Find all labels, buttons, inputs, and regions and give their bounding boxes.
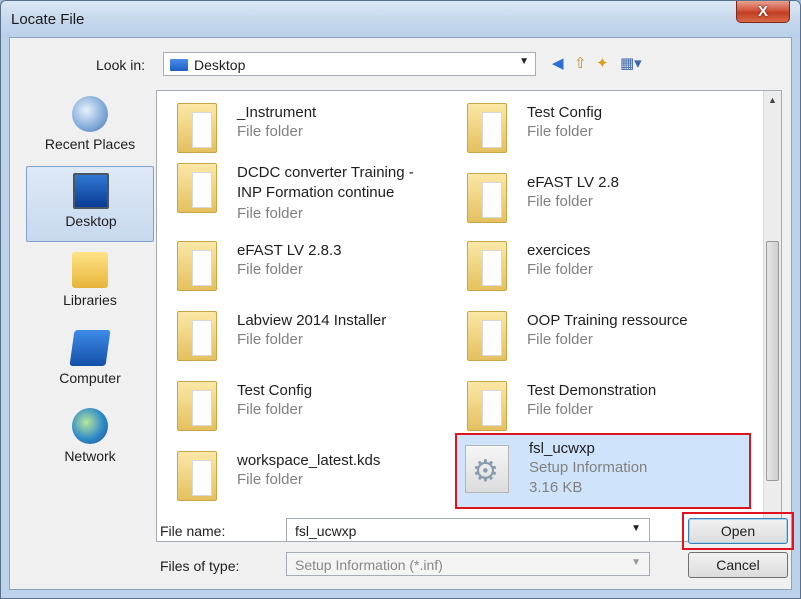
- locate-file-dialog: Locate File X Look in: Desktop ▼ ◀ ⇧ ✦ ▦…: [0, 0, 801, 599]
- place-label: Desktop: [65, 213, 117, 229]
- navigation-toolbar: ◀ ⇧ ✦ ▦▾: [548, 52, 668, 76]
- file-name: exercices: [527, 242, 591, 259]
- place-computer[interactable]: Computer: [26, 324, 154, 400]
- setup-information-icon: [465, 445, 509, 493]
- file-name: Test Config: [237, 382, 313, 399]
- file-name: fsl_ucwxp: [529, 440, 595, 457]
- file-name: Labview 2014 Installer: [237, 312, 387, 329]
- cancel-button[interactable]: Cancel: [688, 552, 788, 578]
- network-icon: [72, 408, 108, 444]
- folder-icon: [467, 241, 507, 291]
- file-type: File folder: [527, 123, 593, 140]
- folder-icon: [177, 103, 217, 153]
- folder-icon: [177, 311, 217, 361]
- list-item[interactable]: exercices File folder: [455, 235, 745, 303]
- folder-icon: [467, 381, 507, 431]
- file-type: Setup Information: [529, 459, 648, 476]
- lookin-label: Look in:: [96, 57, 146, 73]
- file-size: 3.16 KB: [529, 479, 583, 496]
- folder-icon: [177, 381, 217, 431]
- scrollbar-thumb[interactable]: [766, 241, 779, 481]
- filetype-dropdown[interactable]: Setup Information (*.inf) ▼: [286, 552, 650, 576]
- filetype-value: Setup Information (*.inf): [295, 557, 443, 573]
- vertical-scrollbar[interactable]: ▲ ▼: [763, 91, 781, 541]
- list-item[interactable]: Test Config File folder: [165, 375, 455, 443]
- file-name: _Instrument: [237, 104, 317, 121]
- libraries-icon: [72, 252, 108, 288]
- filename-field[interactable]: fsl_ucwxp ▼: [286, 518, 650, 542]
- file-name: eFAST LV 2.8: [527, 174, 619, 191]
- place-libraries[interactable]: Libraries: [26, 246, 154, 322]
- folder-icon: [177, 241, 217, 291]
- chevron-down-icon: ▼: [631, 557, 641, 568]
- list-item[interactable]: _Instrument File folder: [165, 97, 455, 165]
- file-type: File folder: [527, 193, 593, 210]
- dialog-title: Locate File: [11, 11, 85, 28]
- file-type: File folder: [237, 205, 303, 222]
- file-name: Test Demonstration: [527, 382, 657, 399]
- title-bar[interactable]: Locate File X: [1, 1, 800, 37]
- folder-icon: [177, 451, 217, 501]
- list-item[interactable]: workspace_latest.kds File folder: [165, 445, 455, 513]
- list-item[interactable]: eFAST LV 2.8 File folder: [455, 167, 745, 235]
- file-name: eFAST LV 2.8.3: [237, 242, 342, 259]
- open-button[interactable]: Open: [688, 518, 788, 544]
- scroll-up-icon[interactable]: ▲: [764, 91, 781, 109]
- view-menu-icon[interactable]: ▦▾: [620, 54, 642, 72]
- file-type: File folder: [237, 401, 303, 418]
- file-list[interactable]: _Instrument File folder DCDC converter T…: [156, 90, 782, 542]
- list-item[interactable]: OOP Training ressource File folder: [455, 305, 745, 373]
- file-type: File folder: [237, 261, 303, 278]
- list-item[interactable]: DCDC converter Training - INP Formation …: [165, 157, 455, 231]
- folder-icon: [467, 173, 507, 223]
- dialog-body: Look in: Desktop ▼ ◀ ⇧ ✦ ▦▾ Recent Place…: [9, 37, 794, 590]
- places-bar: Recent Places Desktop Libraries Computer…: [26, 90, 154, 542]
- desktop-icon: [73, 173, 109, 209]
- computer-icon: [69, 330, 111, 366]
- file-name-line2: INP Formation continue: [237, 184, 395, 201]
- file-name: Test Config: [527, 104, 603, 121]
- up-folder-icon[interactable]: ⇧: [574, 54, 587, 72]
- filename-value: fsl_ucwxp: [295, 523, 357, 539]
- filetype-label: Files of type:: [160, 558, 240, 574]
- list-item[interactable]: Test Config File folder: [455, 97, 745, 165]
- lookin-dropdown[interactable]: Desktop ▼: [163, 52, 536, 76]
- file-type: File folder: [527, 261, 593, 278]
- back-icon[interactable]: ◀: [552, 54, 564, 72]
- place-desktop[interactable]: Desktop: [26, 166, 154, 242]
- place-label: Network: [64, 448, 116, 464]
- place-label: Computer: [59, 370, 121, 386]
- lookin-value: Desktop: [194, 57, 246, 73]
- file-name-line1: DCDC converter Training -: [237, 164, 414, 181]
- place-network[interactable]: Network: [26, 402, 154, 478]
- filename-label: File name:: [160, 523, 226, 539]
- place-label: Libraries: [63, 292, 117, 308]
- folder-icon: [467, 103, 507, 153]
- file-type: File folder: [237, 123, 303, 140]
- new-folder-icon[interactable]: ✦: [596, 54, 609, 72]
- folder-icon: [467, 311, 507, 361]
- desktop-folder-icon: [170, 59, 188, 71]
- file-type: File folder: [237, 331, 303, 348]
- close-button[interactable]: X: [736, 1, 790, 23]
- chevron-down-icon: ▼: [519, 56, 529, 67]
- list-item-selected[interactable]: fsl_ucwxp Setup Information 3.16 KB: [455, 433, 751, 509]
- place-label: Recent Places: [44, 136, 136, 152]
- list-item[interactable]: Labview 2014 Installer File folder: [165, 305, 455, 373]
- list-item[interactable]: eFAST LV 2.8.3 File folder: [165, 235, 455, 303]
- file-type: File folder: [527, 401, 593, 418]
- chevron-down-icon[interactable]: ▼: [631, 523, 641, 534]
- place-recent-places[interactable]: Recent Places: [26, 90, 154, 166]
- file-name: workspace_latest.kds: [237, 452, 381, 469]
- file-type: File folder: [237, 471, 303, 488]
- close-icon: X: [757, 3, 768, 20]
- file-type: File folder: [527, 331, 593, 348]
- recent-places-icon: [72, 96, 108, 132]
- folder-icon: [177, 163, 217, 213]
- file-name: OOP Training ressource: [527, 312, 688, 329]
